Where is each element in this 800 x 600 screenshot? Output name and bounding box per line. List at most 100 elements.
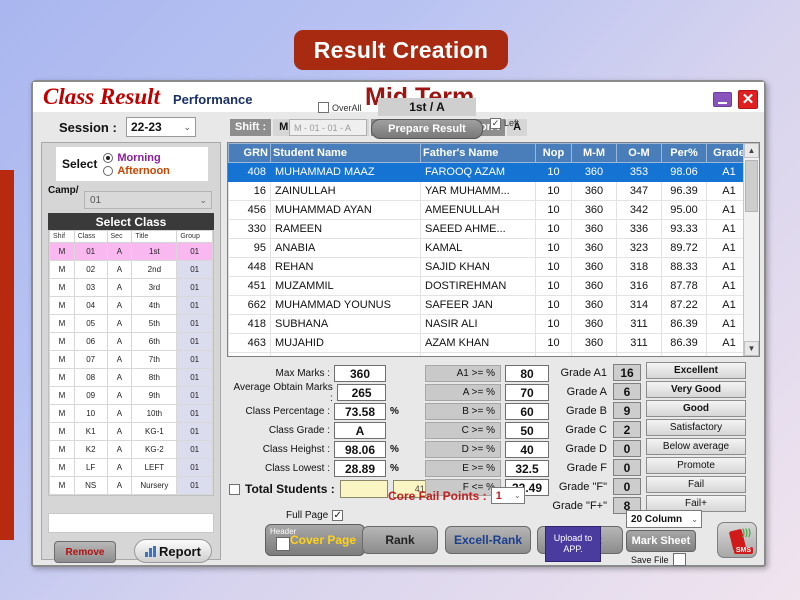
grid-col-header-7[interactable]: Grade bbox=[707, 144, 744, 163]
save-file-checkbox[interactable] bbox=[673, 553, 686, 566]
grid-cell-grn: 418 bbox=[229, 315, 271, 334]
left-checkbox[interactable]: ✓ bbox=[490, 118, 501, 129]
class-list-row[interactable]: M07A7th01 bbox=[50, 351, 213, 369]
radio-afternoon[interactable]: Afternoon bbox=[103, 165, 170, 177]
class-cell-shif: M bbox=[50, 423, 75, 441]
radio-afternoon-icon[interactable] bbox=[103, 166, 113, 176]
grid-col-header-5[interactable]: O-M bbox=[617, 144, 662, 163]
class-list-row[interactable]: M04A4th01 bbox=[50, 297, 213, 315]
grid-col-header-2[interactable]: Father's Name bbox=[421, 144, 536, 163]
overall-checkbox-group[interactable]: OverAll bbox=[318, 102, 362, 113]
class-list-row[interactable]: M03A3rd01 bbox=[50, 279, 213, 297]
radio-morning-icon[interactable] bbox=[103, 153, 113, 163]
table-row[interactable]: 463MUJAHIDAZAM KHAN1036031186.39A111 bbox=[229, 334, 744, 353]
remark-button-1[interactable]: Very Good bbox=[646, 381, 746, 398]
class-list-row[interactable]: M09A9th01 bbox=[50, 387, 213, 405]
stat-value[interactable]: 360 bbox=[334, 365, 386, 382]
sms-icon[interactable]: ))) SMS bbox=[717, 522, 757, 558]
stat-value[interactable]: A bbox=[334, 422, 386, 439]
table-row[interactable]: 330RAMEENSAEED AHME...1036033693.33A15 bbox=[229, 220, 744, 239]
stat-value[interactable]: 265 bbox=[337, 384, 387, 401]
grid-cell-grade: A1 bbox=[707, 353, 744, 357]
table-row[interactable]: 95ANABIAKAMAL1036032389.72A17 bbox=[229, 239, 744, 258]
remark-button-4[interactable]: Below average bbox=[646, 438, 746, 455]
class-list-row[interactable]: M06A6th01 bbox=[50, 333, 213, 351]
class-list-row[interactable]: M10A10th01 bbox=[50, 405, 213, 423]
grade-count-row-3: Grade C2 bbox=[551, 420, 641, 439]
class-list-row[interactable]: MNSANursery01 bbox=[50, 477, 213, 495]
camp-select[interactable]: 01 ⌄ bbox=[84, 191, 212, 209]
table-row[interactable]: 418SUBHANANASIR ALI1036031186.39A111 bbox=[229, 315, 744, 334]
remark-button-2[interactable]: Good bbox=[646, 400, 746, 417]
radio-morning[interactable]: Morning bbox=[103, 152, 170, 164]
table-row[interactable]: 448REHANSAJID KHAN1036031888.33A10 bbox=[229, 258, 744, 277]
mark-sheet-button[interactable]: Mark Sheet bbox=[626, 530, 696, 552]
rank-button[interactable]: Rank bbox=[362, 526, 438, 554]
scrollbar-thumb[interactable] bbox=[745, 160, 758, 212]
header-checkbox-group[interactable]: Header bbox=[270, 527, 296, 551]
save-file-checkbox-group[interactable]: Save File bbox=[631, 553, 686, 566]
class-cell-title: 10th bbox=[132, 405, 177, 423]
class-list-row[interactable]: M08A8th01 bbox=[50, 369, 213, 387]
student-results-grid[interactable]: GRNStudent NameFather's NameNopM-MO-MPer… bbox=[227, 142, 760, 357]
class-cell-class: 08 bbox=[74, 369, 107, 387]
remark-button-6[interactable]: Fail bbox=[646, 476, 746, 493]
remark-button-5[interactable]: Promote bbox=[646, 457, 746, 474]
threshold-value[interactable]: 60 bbox=[505, 403, 549, 420]
remark-button-0[interactable]: Excellent bbox=[646, 362, 746, 379]
table-row[interactable]: 408MUHAMMAD MAAZFAROOQ AZAM1036035398.06… bbox=[229, 163, 744, 182]
column-count-select[interactable]: 20 Column ⌄ bbox=[626, 510, 702, 528]
class-list-row[interactable]: M02A2nd01 bbox=[50, 261, 213, 279]
grid-cell-grade: A1 bbox=[707, 334, 744, 353]
table-row[interactable]: 704BIBI SAFEEDASADDAR WALI1036031186.39A… bbox=[229, 353, 744, 357]
left-checkbox-group[interactable]: ✓ Left bbox=[490, 118, 519, 129]
class-list-row[interactable]: MK1AKG-101 bbox=[50, 423, 213, 441]
close-icon[interactable]: ✕ bbox=[738, 90, 758, 109]
grid-col-header-0[interactable]: GRN bbox=[229, 144, 271, 163]
grid-cell-mm: 360 bbox=[572, 239, 617, 258]
stat-value[interactable]: 98.06 bbox=[334, 441, 386, 458]
prepare-result-button[interactable]: Prepare Result bbox=[371, 119, 483, 139]
class-list-row[interactable]: M05A5th01 bbox=[50, 315, 213, 333]
grid-col-header-4[interactable]: M-M bbox=[572, 144, 617, 163]
stat-value[interactable]: 28.89 bbox=[334, 460, 386, 477]
class-list-row[interactable]: MLFALEFT01 bbox=[50, 459, 213, 477]
total-students-checkbox[interactable] bbox=[229, 484, 240, 495]
class-list-row[interactable]: M01A1st01 bbox=[50, 243, 213, 261]
overall-checkbox[interactable] bbox=[318, 102, 329, 113]
class-cell-sec: A bbox=[107, 279, 132, 297]
shift-radio-group[interactable]: Morning Afternoon bbox=[103, 152, 170, 177]
threshold-value[interactable]: 70 bbox=[505, 384, 549, 401]
full-page-checkbox[interactable]: ✓ bbox=[332, 510, 343, 521]
grid-cell-father: SAFEER JAN bbox=[421, 296, 536, 315]
excell-rank-button[interactable]: Excell-Rank bbox=[445, 526, 531, 554]
grid-col-header-3[interactable]: Nop bbox=[536, 144, 572, 163]
stat-value[interactable]: 73.58 bbox=[334, 403, 386, 420]
report-button[interactable]: Report bbox=[134, 539, 212, 563]
cover-page-button[interactable]: Header Cover Page bbox=[265, 524, 365, 556]
threshold-value[interactable]: 80 bbox=[505, 365, 549, 382]
class-list-table[interactable]: ShifClassSecTitleGroup M01A1st01M02A2nd0… bbox=[48, 230, 214, 496]
session-select[interactable]: 22-23 ⌄ bbox=[126, 117, 196, 137]
threshold-value[interactable]: 32.5 bbox=[505, 460, 549, 477]
threshold-value[interactable]: 40 bbox=[505, 441, 549, 458]
header-checkbox[interactable] bbox=[276, 537, 290, 551]
grid-vertical-scrollbar[interactable]: ▲ ▼ bbox=[743, 143, 759, 356]
core-fail-points-select[interactable]: 1 ⌄ bbox=[491, 487, 525, 504]
class-list-row[interactable]: MK2AKG-201 bbox=[50, 441, 213, 459]
table-row[interactable]: 451MUZAMMILDOSTIREHMAN1036031687.78A19 bbox=[229, 277, 744, 296]
minimize-button[interactable] bbox=[713, 92, 732, 107]
table-row[interactable]: 662MUHAMMAD YOUNUSSAFEER JAN1036031487.2… bbox=[229, 296, 744, 315]
full-page-checkbox-group[interactable]: Full Page ✓ bbox=[286, 510, 343, 521]
scroll-up-icon[interactable]: ▲ bbox=[744, 143, 759, 158]
table-row[interactable]: 16ZAINULLAHYAR MUHAMM...1036034796.39A13 bbox=[229, 182, 744, 201]
remark-button-3[interactable]: Satisfactory bbox=[646, 419, 746, 436]
total-students-input[interactable] bbox=[340, 480, 388, 498]
grid-col-header-1[interactable]: Student Name bbox=[271, 144, 421, 163]
scroll-down-icon[interactable]: ▼ bbox=[744, 341, 759, 356]
grid-col-header-6[interactable]: Per% bbox=[662, 144, 707, 163]
table-row[interactable]: 456MUHAMMAD AYANAMEENULLAH1036034295.00A… bbox=[229, 201, 744, 220]
upload-to-app-button[interactable]: Upload to APP. bbox=[545, 526, 601, 562]
remove-button[interactable]: Remove bbox=[54, 541, 116, 563]
threshold-value[interactable]: 50 bbox=[505, 422, 549, 439]
